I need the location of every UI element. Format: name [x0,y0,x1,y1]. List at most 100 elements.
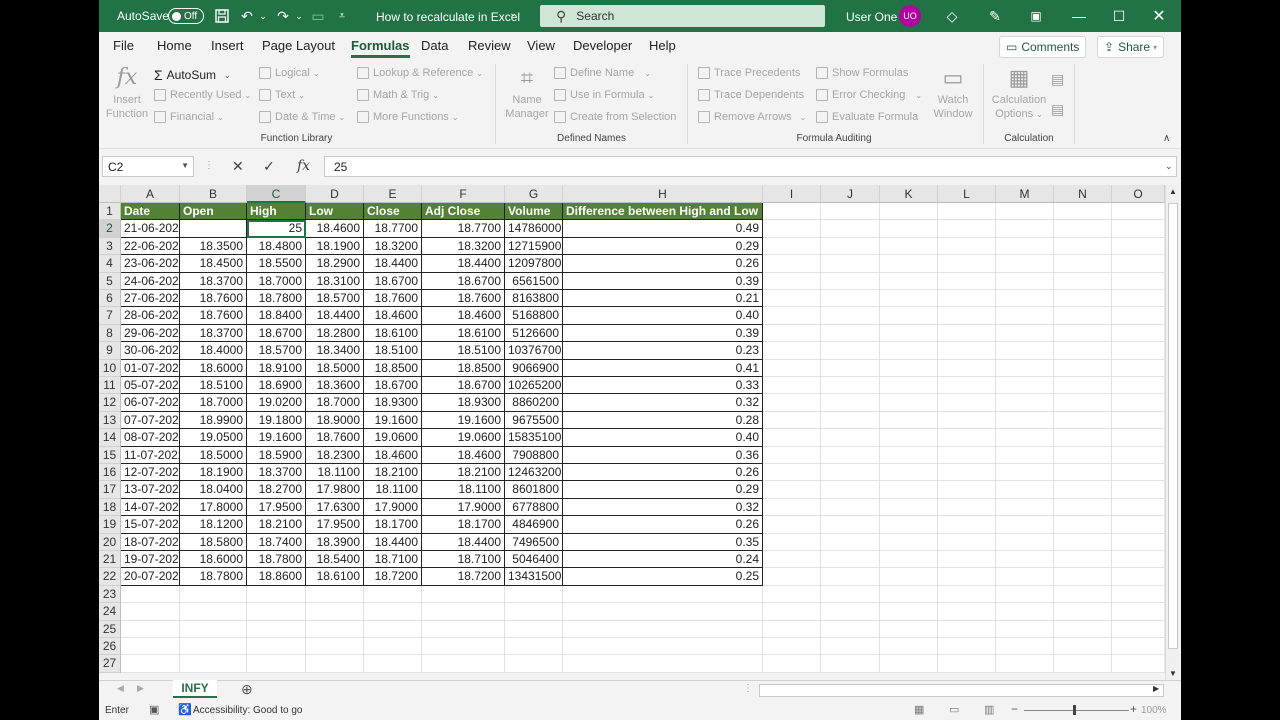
table-cell[interactable]: 15835100 [505,429,563,447]
lookup-reference-button[interactable]: Lookup & Reference ⌄ [357,67,483,79]
table-cell[interactable] [996,551,1054,569]
calculation-options-button[interactable]: ▦ Calculation Options ⌄ [989,63,1049,122]
table-cell[interactable] [880,516,938,534]
table-cell[interactable]: 18.7800 [180,568,247,586]
table-cell[interactable] [880,638,938,656]
table-cell[interactable] [505,603,563,621]
table-cell[interactable] [1054,359,1112,377]
table-cell[interactable] [996,498,1054,517]
table-cell[interactable]: 05-07-2022 [121,377,180,395]
row-header[interactable]: 26 [99,638,121,656]
table-cell[interactable]: 18.7600 [422,290,505,308]
vertical-scroll-thumb[interactable] [1168,203,1178,649]
table-cell[interactable] [763,290,821,308]
table-cell[interactable] [996,533,1054,551]
table-cell[interactable]: 17.9000 [422,498,505,517]
table-cell[interactable] [821,551,880,569]
table-cell[interactable] [996,377,1054,395]
table-cell[interactable]: 30-06-2022 [121,342,180,360]
table-cell[interactable] [938,203,996,221]
user-name[interactable]: User One [846,10,897,24]
table-cell[interactable]: 0.39 [563,324,763,343]
table-cell[interactable]: 18.6900 [247,377,306,395]
table-cell[interactable]: 25 [247,220,306,238]
table-cell[interactable] [763,568,821,586]
table-cell[interactable] [763,551,821,569]
table-cell[interactable] [1112,464,1165,482]
table-header-cell[interactable]: Close [364,203,422,221]
calculate-now-icon[interactable]: ▤ [1051,71,1064,88]
table-cell[interactable]: 18.8400 [247,307,306,325]
table-cell[interactable]: 0.24 [563,551,763,569]
table-cell[interactable] [180,603,247,621]
row-header[interactable]: 7 [99,307,121,325]
prev-sheet-icon[interactable]: ◀ [117,683,124,694]
column-header[interactable]: F [422,185,505,203]
table-cell[interactable] [1054,429,1112,447]
table-cell[interactable] [996,516,1054,534]
table-cell[interactable] [938,290,996,308]
column-header[interactable]: I [763,185,821,203]
table-cell[interactable] [180,220,247,238]
table-cell[interactable] [1054,498,1112,517]
table-cell[interactable] [821,411,880,430]
tab-formulas[interactable]: Formulas [351,38,410,58]
table-cell[interactable]: 15-07-2022 [121,516,180,534]
table-cell[interactable] [763,237,821,256]
table-header-cell[interactable]: Low [306,203,364,221]
table-cell[interactable]: 18.9300 [422,394,505,412]
row-header[interactable]: 24 [99,603,121,621]
table-cell[interactable] [880,585,938,604]
table-cell[interactable]: 18.7700 [364,220,422,238]
table-cell[interactable]: 0.49 [563,220,763,238]
column-header[interactable]: H [563,185,763,203]
table-cell[interactable]: 18.5000 [306,359,364,377]
table-cell[interactable] [996,342,1054,360]
table-cell[interactable]: 18.1100 [306,464,364,482]
table-cell[interactable] [996,394,1054,412]
watch-window-button[interactable]: ▭ Watch Window [929,63,977,121]
table-cell[interactable] [821,394,880,412]
table-cell[interactable] [1054,655,1112,673]
table-cell[interactable]: 18.4600 [306,220,364,238]
table-cell[interactable] [1112,203,1165,221]
table-cell[interactable] [1054,568,1112,586]
table-cell[interactable] [763,255,821,273]
table-cell[interactable] [938,324,996,343]
table-cell[interactable] [1112,568,1165,586]
use-in-formula-button[interactable]: Use in Formula ⌄ [554,89,654,101]
table-cell[interactable] [1054,203,1112,221]
zoom-slider-thumb[interactable] [1073,705,1076,715]
table-cell[interactable] [938,568,996,586]
table-cell[interactable]: 18.6000 [180,359,247,377]
table-cell[interactable] [880,359,938,377]
table-cell[interactable]: 9675500 [505,411,563,430]
table-cell[interactable]: 18.3900 [306,533,364,551]
table-cell[interactable] [306,585,364,604]
table-cell[interactable] [938,655,996,673]
table-header-cell[interactable]: Date [121,203,180,221]
zoom-in-icon[interactable]: + [1130,702,1137,716]
table-cell[interactable]: 18.4400 [364,255,422,273]
table-cell[interactable]: 0.29 [563,237,763,256]
table-cell[interactable] [763,307,821,325]
table-cell[interactable] [938,411,996,430]
table-cell[interactable] [821,324,880,343]
table-cell[interactable] [821,342,880,360]
table-cell[interactable] [763,533,821,551]
table-cell[interactable] [1112,255,1165,273]
customize-toolbar-icon[interactable]: ⩡ [331,5,353,27]
table-cell[interactable] [1054,551,1112,569]
table-header-cell[interactable]: Volume [505,203,563,221]
table-cell[interactable]: 17.9500 [306,516,364,534]
row-header[interactable]: 11 [99,377,121,395]
table-cell[interactable] [505,585,563,604]
table-cell[interactable] [821,638,880,656]
table-cell[interactable]: 0.39 [563,272,763,290]
table-cell[interactable] [821,255,880,273]
table-cell[interactable]: 18.4400 [364,533,422,551]
table-cell[interactable]: 18.7800 [247,290,306,308]
table-cell[interactable]: 6778800 [505,498,563,517]
table-cell[interactable]: 18.5000 [180,446,247,464]
table-cell[interactable] [763,638,821,656]
